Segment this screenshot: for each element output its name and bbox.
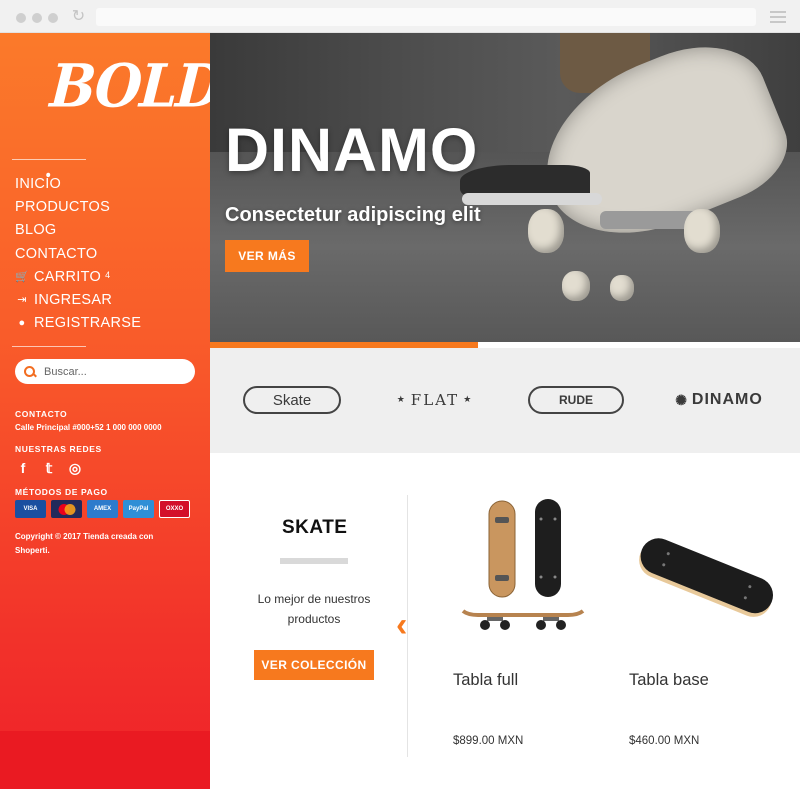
product-image[interactable]: [453, 495, 593, 639]
brand-label: FLAT: [410, 391, 460, 409]
collection-section: SKATE Lo mejor de nuestros productos VER…: [210, 453, 800, 789]
logo-text: BOLD: [48, 50, 224, 121]
product-card[interactable]: Tabla full $899.00 MXN: [453, 495, 603, 747]
instagram-icon[interactable]: ◎: [68, 460, 82, 477]
nav-label: INGRESAR: [34, 291, 113, 308]
hero-banner: DINAMO Consectetur adipiscing elit VER M…: [210, 33, 800, 342]
mastercard-icon: [51, 500, 82, 518]
nav-label: PRODUCTOS: [15, 199, 111, 216]
product-price: $899.00 MXN: [453, 735, 524, 747]
visa-icon: VISA: [15, 500, 46, 518]
sidebar: BOLD INICIO PRODUCTOS BLOG CONTACTO 🛒 CAR…: [0, 33, 223, 789]
brand-logo-skate[interactable]: Skate: [243, 386, 341, 414]
collection-title-underline: [280, 558, 348, 564]
contact-text: Calle Principal #000+52 1 000 000 0000: [15, 423, 162, 432]
nav-label: BLOG: [15, 222, 57, 239]
sidebar-footer-band: [0, 731, 210, 789]
collection-description: Lo mejor de nuestros productos: [257, 592, 371, 626]
hero-image-wheel: [562, 271, 590, 301]
nav-label: CONTACTO: [15, 245, 98, 262]
login-icon: ⇥: [17, 293, 27, 306]
facebook-icon[interactable]: f: [16, 460, 30, 477]
window-dot: [16, 13, 26, 23]
window-dot: [48, 13, 58, 23]
product-price: $460.00 MXN: [629, 735, 700, 747]
menu-icon[interactable]: [770, 11, 786, 23]
hero-image-wheel: [528, 209, 564, 253]
copyright: Copyright © 2017 Tienda creada con Shope…: [15, 532, 154, 555]
nav-label: REGISTRARSE: [34, 315, 142, 332]
hero-image-shoe-sole: [462, 193, 602, 205]
nav-item-productos[interactable]: PRODUCTOS: [15, 198, 141, 221]
nav-item-carrito[interactable]: 🛒 CARRITO 4: [15, 268, 141, 291]
main-nav: INICIO PRODUCTOS BLOG CONTACTO 🛒 CARRITO 4…: [15, 175, 141, 337]
brand-label: DINAMO: [691, 391, 763, 408]
brand-logo-dinamo[interactable]: ✺ DINAMO: [668, 386, 770, 414]
brand-label: Skate: [272, 391, 312, 409]
social-links: f 𝕥 ◎: [16, 460, 82, 477]
search-icon: [24, 365, 36, 378]
nav-item-contacto[interactable]: CONTACTO: [15, 245, 141, 268]
divider: [12, 346, 86, 347]
logo[interactable]: BOLD: [43, 51, 223, 192]
search-box[interactable]: [15, 359, 195, 384]
nav-label: CARRITO: [34, 268, 102, 285]
brand-label: RUDE: [558, 393, 593, 407]
product-image[interactable]: [629, 495, 779, 639]
nav-item-ingresar[interactable]: ⇥ INGRESAR: [15, 291, 141, 314]
ver-coleccion-button[interactable]: VER COLECCIÓN: [254, 650, 374, 680]
hero-image-wheel: [684, 209, 720, 253]
paypal-icon: PayPal: [123, 500, 154, 518]
nav-item-blog[interactable]: BLOG: [15, 221, 141, 244]
product-card[interactable]: Tabla base $460.00 MXN: [629, 495, 779, 747]
collection-title: SKATE: [282, 517, 348, 538]
hero-image-wheel: [610, 275, 634, 301]
nav-item-inicio[interactable]: INICIO: [15, 175, 141, 198]
brands-strip: Skate ★ FLAT ★ RUDE ✺ DINAMO: [210, 348, 800, 453]
nav-label: INICIO: [15, 176, 62, 192]
hero-subtitle: Consectetur adipiscing elit: [225, 204, 481, 226]
product-name[interactable]: Tabla base: [629, 671, 709, 690]
carousel-prev-icon[interactable]: ‹: [396, 607, 418, 643]
search-input[interactable]: [44, 365, 184, 378]
cart-icon: 🛒: [15, 270, 29, 283]
twitter-icon[interactable]: 𝕥: [42, 460, 56, 477]
amex-icon: AMEX: [87, 500, 118, 518]
oxxo-icon: OXXO: [159, 500, 190, 518]
ver-mas-button[interactable]: VER MÁS: [225, 240, 309, 272]
brand-logo-rude[interactable]: RUDE: [528, 386, 624, 414]
nav-item-registrarse[interactable]: ● REGISTRARSE: [15, 314, 141, 337]
contact-heading: CONTACTO: [15, 409, 68, 419]
window-dot: [32, 13, 42, 23]
cart-count-badge: 4: [105, 269, 111, 280]
product-name[interactable]: Tabla full: [453, 671, 518, 690]
brand-logo-flat[interactable]: ★ FLAT ★: [390, 386, 480, 414]
social-heading: NUESTRAS REDES: [15, 444, 102, 454]
address-bar[interactable]: [96, 8, 756, 26]
hero-title: DINAMO: [225, 116, 479, 184]
browser-chrome: ↻: [0, 0, 800, 33]
divider: [12, 159, 86, 160]
user-icon: ●: [18, 317, 26, 330]
reload-icon[interactable]: ↻: [70, 8, 87, 25]
payment-methods: VISA AMEX PayPal OXXO: [15, 500, 190, 518]
payment-heading: MÉTODOS DE PAGO: [15, 487, 108, 497]
